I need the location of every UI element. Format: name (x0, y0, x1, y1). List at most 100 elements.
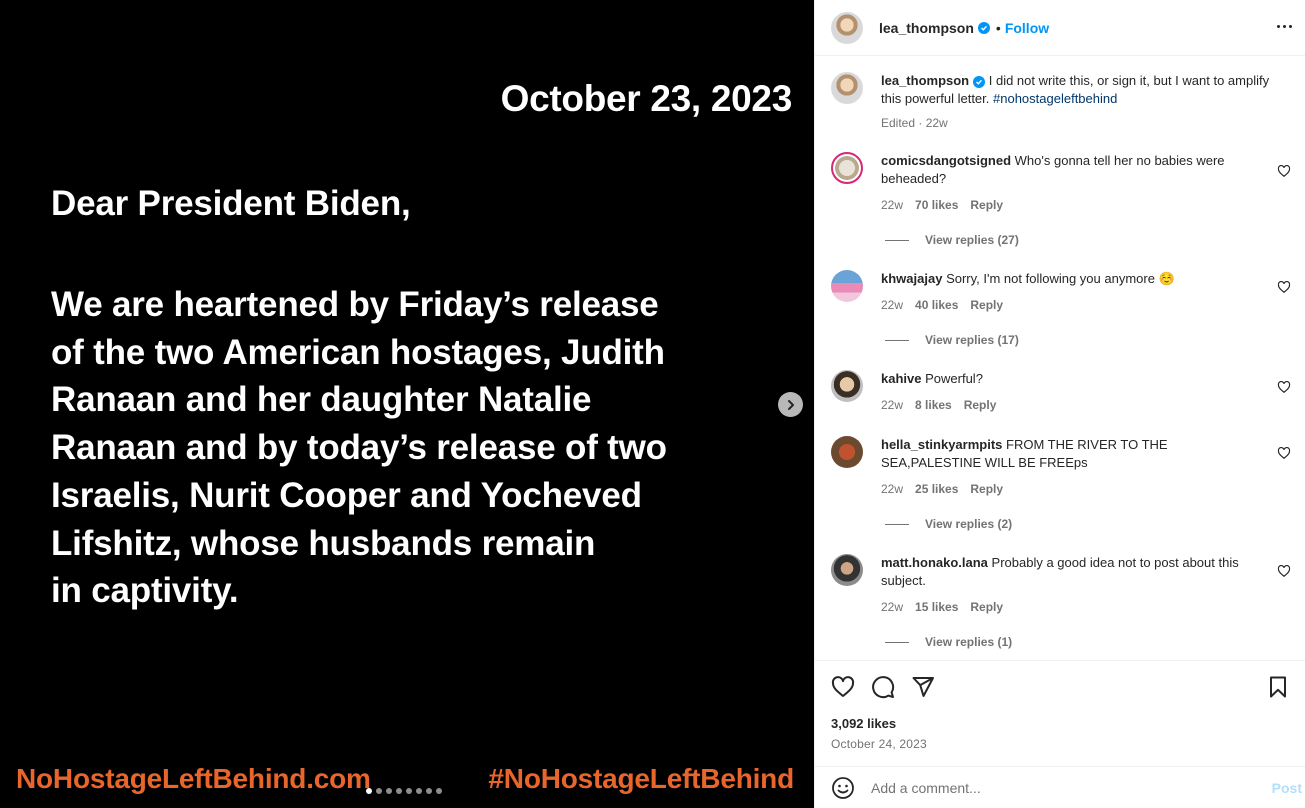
letter-line: Israelis, Nurit Cooper and Yocheved (51, 475, 642, 515)
like-comment-heart-icon[interactable] (1277, 164, 1291, 178)
carousel-dot (406, 788, 412, 794)
view-replies-label: View replies (1) (925, 635, 1013, 649)
carousel-dot (396, 788, 402, 794)
comment-username[interactable]: hella_stinkyarmpits (881, 437, 1002, 452)
comment-likes[interactable]: 15 likes (915, 600, 958, 614)
comment-likes[interactable]: 70 likes (915, 198, 958, 212)
carousel-dot (366, 788, 372, 794)
avatar[interactable] (831, 152, 863, 184)
add-comment-bar: Post (815, 766, 1305, 808)
comment-text: Powerful? (925, 371, 983, 386)
comment-username[interactable]: kahive (881, 371, 921, 386)
letter-date: October 23, 2023 (500, 78, 793, 119)
comment-username[interactable]: matt.honako.lana (881, 555, 988, 570)
caption-text-block: lea_thompson I did not write this, or si… (881, 72, 1271, 108)
comment-username[interactable]: khwajajay (881, 271, 942, 286)
comment-time[interactable]: 22w (881, 198, 903, 212)
comment-meta: 22w 40 likes Reply (881, 298, 1003, 312)
post-side-panel: lea_thompson • Follow lea_thompson I did… (814, 0, 1305, 808)
carousel-next-button[interactable] (778, 392, 803, 417)
avatar[interactable] (831, 554, 863, 586)
like-comment-heart-icon[interactable] (1277, 564, 1291, 578)
footer-website: NoHostageLeftBehind.com (16, 763, 371, 794)
action-icons (831, 675, 935, 699)
carousel-dot (436, 788, 442, 794)
divider (885, 523, 909, 525)
comment-meta: 22w 70 likes Reply (881, 198, 1003, 212)
caption-meta: Edited · 22w (881, 116, 948, 130)
post-date[interactable]: October 24, 2023 (831, 737, 927, 751)
carousel-dot (376, 788, 382, 794)
view-replies-button[interactable]: View replies (1) (885, 635, 1012, 649)
share-paper-plane-icon[interactable] (911, 675, 935, 699)
view-replies-button[interactable]: View replies (17) (885, 333, 1019, 347)
comments-list[interactable]: lea_thompson I did not write this, or si… (815, 56, 1305, 660)
view-replies-label: View replies (17) (925, 333, 1019, 347)
view-replies-button[interactable]: View replies (27) (885, 233, 1019, 247)
avatar[interactable] (831, 72, 863, 104)
comment-time[interactable]: 22w (881, 600, 903, 614)
divider (885, 641, 909, 643)
letter-line: in captivity. (51, 571, 239, 611)
verified-badge-icon (977, 21, 990, 34)
comment-meta: 22w 25 likes Reply (881, 482, 1003, 496)
letter-line: Lifshitz, whose husbands remain (51, 523, 596, 563)
avatar[interactable] (831, 270, 863, 302)
comment-text-block: kahive Powerful? (881, 370, 1271, 388)
chevron-right-icon (787, 399, 794, 410)
likes-count[interactable]: 3,092 likes (831, 716, 896, 731)
comment-bubble-icon[interactable] (871, 675, 895, 699)
like-comment-heart-icon[interactable] (1277, 280, 1291, 294)
letter-line: of the two American hostages, Judith (51, 332, 665, 372)
letter-line: Ranaan and her daughter Natalie (51, 380, 592, 420)
comment-text: Sorry, I'm not following you anymore ☺️ (946, 271, 1175, 286)
carousel-dot (416, 788, 422, 794)
comment-time[interactable]: 22w (881, 298, 903, 312)
emoji-icon[interactable] (831, 776, 855, 800)
reply-button[interactable]: Reply (970, 298, 1003, 312)
post-actions: 3,092 likes October 24, 2023 (815, 660, 1305, 766)
comment-likes[interactable]: 8 likes (915, 398, 952, 412)
like-comment-heart-icon[interactable] (1277, 380, 1291, 394)
verified-badge-icon (973, 76, 986, 88)
letter-line: We are heartened by Friday’s release (51, 285, 659, 324)
letter-greeting: Dear President Biden, (51, 184, 411, 223)
view-replies-button[interactable]: View replies (2) (885, 517, 1012, 531)
divider (885, 239, 909, 241)
like-comment-heart-icon[interactable] (1277, 446, 1291, 460)
comment-time[interactable]: 22w (881, 482, 903, 496)
comment-text-block: comicsdangotsigned Who's gonna tell her … (881, 152, 1271, 188)
carousel-dots (366, 788, 442, 794)
view-replies-label: View replies (27) (925, 233, 1019, 247)
post-comment-button[interactable]: Post (1272, 780, 1302, 796)
separator: • (995, 19, 1001, 36)
avatar[interactable] (831, 370, 863, 402)
post-media[interactable]: October 23, 2023 Dear President Biden, W… (0, 0, 814, 808)
instagram-post: October 23, 2023 Dear President Biden, W… (0, 0, 1305, 808)
more-options-icon[interactable] (1272, 14, 1296, 38)
add-comment-input[interactable] (871, 779, 1251, 796)
avatar[interactable] (831, 436, 863, 468)
post-header: lea_thompson • Follow (815, 0, 1305, 56)
reply-button[interactable]: Reply (970, 600, 1003, 614)
comment-username[interactable]: comicsdangotsigned (881, 153, 1011, 168)
comment-meta: 22w 15 likes Reply (881, 600, 1003, 614)
header-username[interactable]: lea_thompson (879, 20, 974, 36)
comment-likes[interactable]: 25 likes (915, 482, 958, 496)
caption-hashtag[interactable]: #nohostageleftbehind (993, 91, 1117, 106)
divider (885, 339, 909, 341)
view-replies-label: View replies (2) (925, 517, 1013, 531)
edited-time: Edited · 22w (881, 116, 948, 130)
avatar[interactable] (831, 11, 863, 44)
comment-text-block: hella_stinkyarmpits FROM THE RIVER TO TH… (881, 436, 1271, 472)
like-heart-icon[interactable] (831, 675, 855, 699)
comment-text-block: matt.honako.lana Probably a good idea no… (881, 554, 1271, 590)
comment-likes[interactable]: 40 likes (915, 298, 958, 312)
reply-button[interactable]: Reply (970, 198, 1003, 212)
comment-time[interactable]: 22w (881, 398, 903, 412)
save-bookmark-icon[interactable] (1266, 675, 1290, 699)
reply-button[interactable]: Reply (964, 398, 997, 412)
follow-button[interactable]: Follow (1005, 20, 1049, 36)
reply-button[interactable]: Reply (970, 482, 1003, 496)
caption-username[interactable]: lea_thompson (881, 73, 969, 88)
